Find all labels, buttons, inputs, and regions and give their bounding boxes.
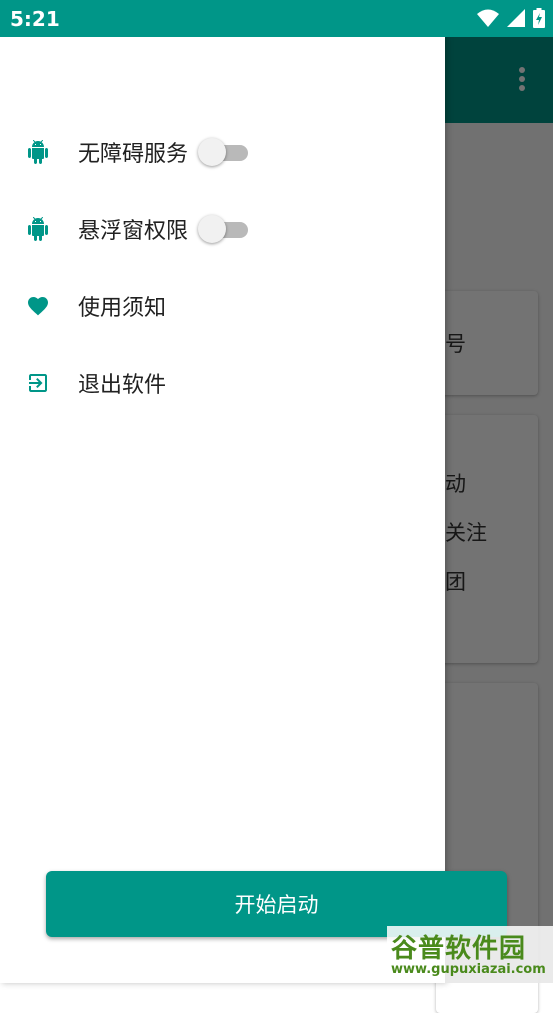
battery-charging-icon: [533, 8, 545, 28]
overlay-permission-toggle[interactable]: [198, 214, 250, 244]
toggle-thumb: [198, 138, 226, 166]
accessibility-service-toggle[interactable]: [198, 137, 250, 167]
android-icon: [28, 217, 48, 241]
signal-icon: [507, 9, 525, 27]
android-icon: [28, 140, 48, 164]
watermark-title: 谷普软件园: [391, 934, 527, 964]
watermark-logo: 谷普软件园 www.gupuxiazai.com: [387, 926, 553, 983]
watermark-url: www.gupuxiazai.com: [391, 962, 546, 977]
navigation-drawer: 无障碍服务 悬浮窗权限 使用须知 退出软件: [0, 37, 445, 983]
menu-item-label: 悬浮窗权限: [78, 219, 189, 244]
wifi-icon: [477, 9, 499, 27]
status-icons: [477, 8, 545, 28]
toggle-thumb: [198, 215, 226, 243]
status-time: 5:21: [10, 7, 60, 31]
menu-item-overlay-permission[interactable]: 悬浮窗权限: [0, 201, 445, 257]
heart-icon: [28, 297, 48, 316]
menu-item-label: 退出软件: [78, 373, 167, 398]
menu-item-usage-notes[interactable]: 使用须知: [0, 278, 445, 334]
status-bar: 5:21: [0, 0, 553, 37]
menu-item-label: 无障碍服务: [78, 142, 189, 167]
menu-item-exit-app[interactable]: 退出软件: [0, 355, 445, 411]
menu-item-label: 使用须知: [78, 296, 167, 321]
exit-icon: [29, 374, 47, 392]
menu-item-accessibility-service[interactable]: 无障碍服务: [0, 124, 445, 180]
